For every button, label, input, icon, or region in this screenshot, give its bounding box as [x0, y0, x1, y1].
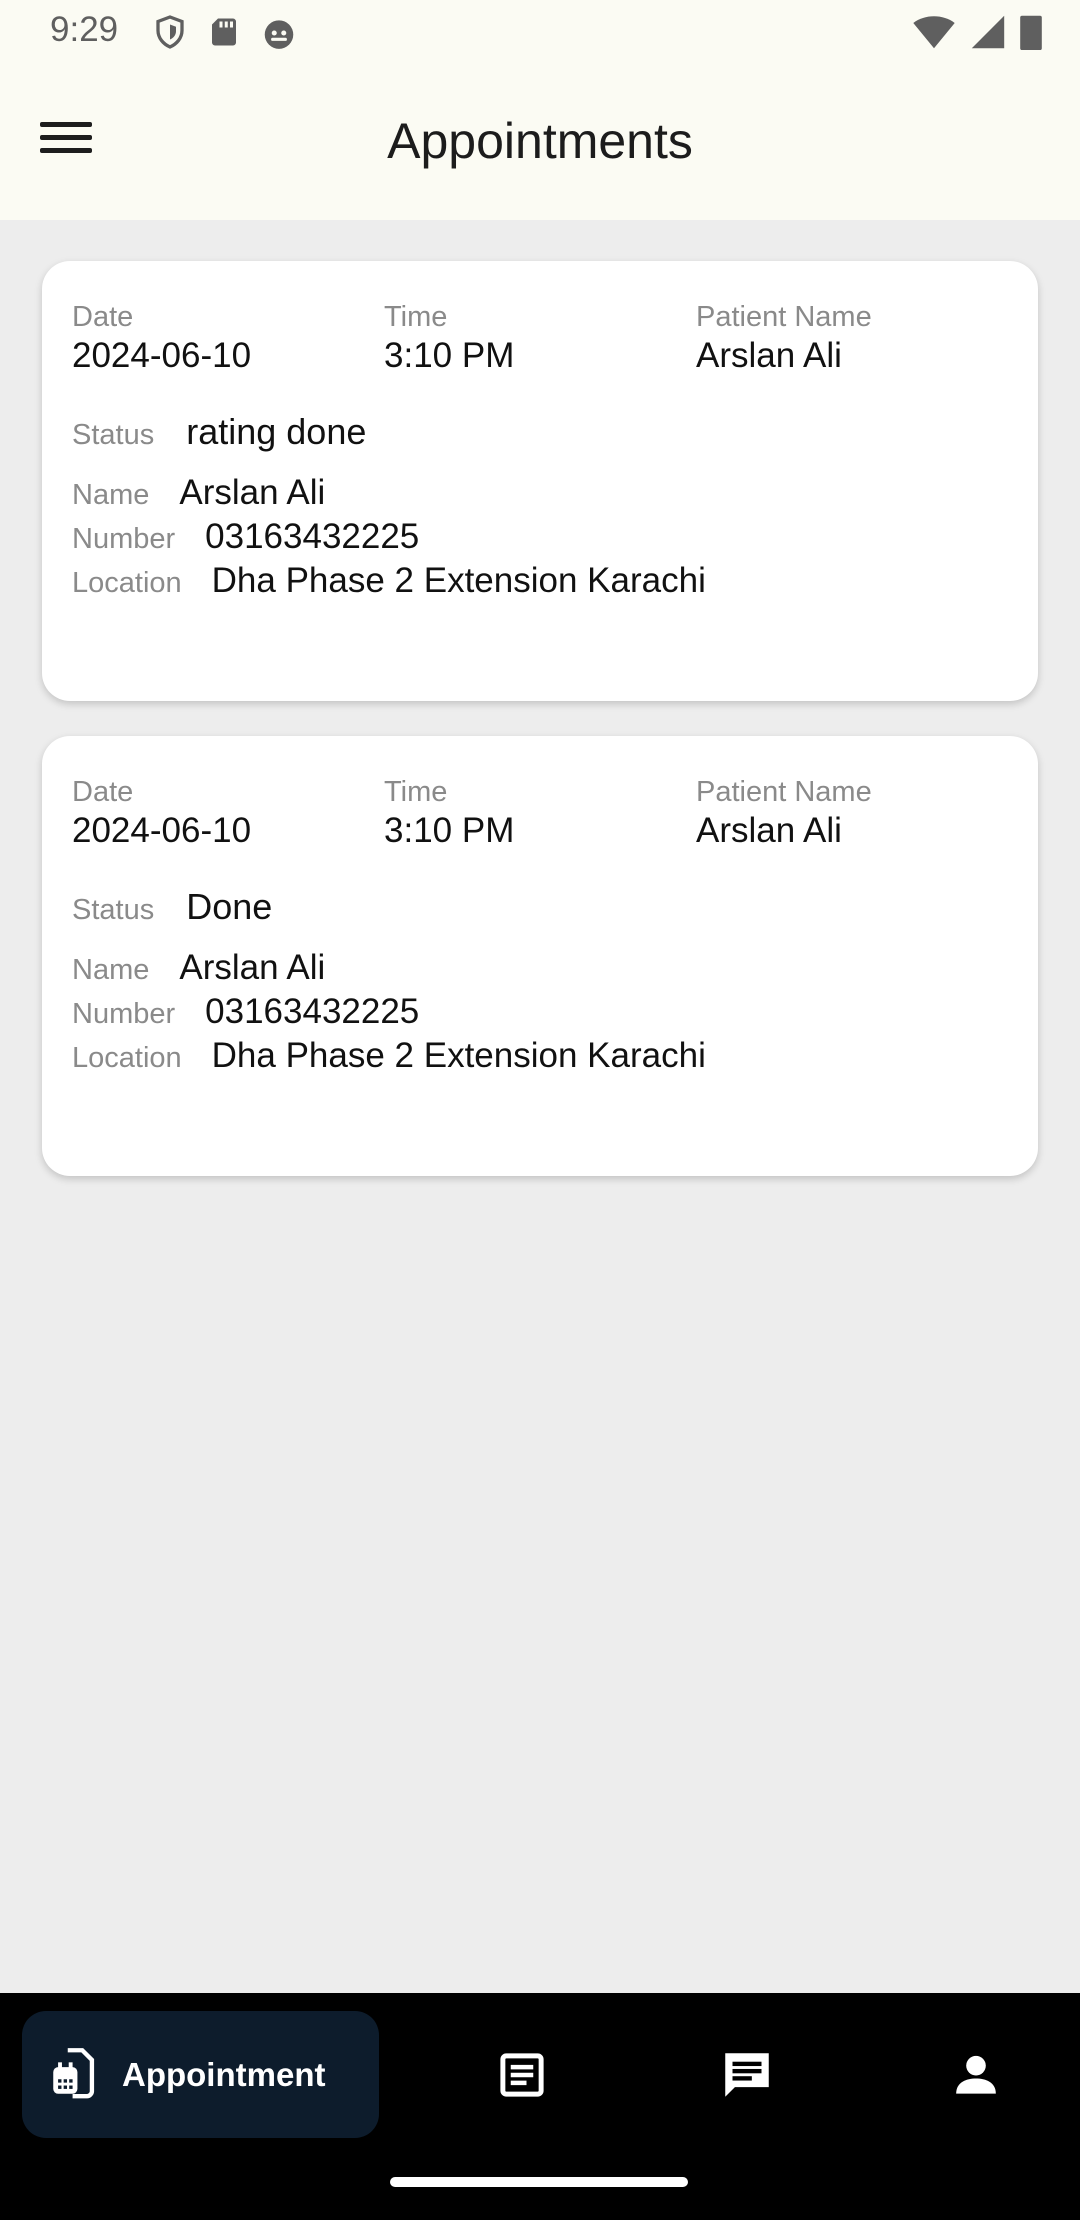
app-bar: Appointments	[0, 64, 1080, 220]
date-value: 2024-06-10	[72, 811, 252, 850]
nav-item-chat[interactable]	[707, 2037, 787, 2117]
time-label: Time	[384, 776, 448, 808]
page-title: Appointments	[387, 113, 693, 169]
appointment-card[interactable]: Date 2024-06-10 Time 3:10 PM Patient Nam…	[42, 736, 1038, 1176]
status-label: Status	[72, 894, 155, 926]
patient-name-value: Arslan Ali	[696, 336, 842, 375]
nav-item-appointment[interactable]: Appointment	[22, 2011, 379, 2138]
number-label: Number	[72, 998, 176, 1030]
name-value: Arslan Ali	[179, 948, 326, 987]
android-icon	[260, 14, 298, 57]
appointment-icon	[46, 2043, 104, 2106]
location-label: Location	[72, 567, 182, 599]
signal-icon	[970, 14, 1006, 55]
wifi-icon	[912, 14, 956, 55]
battery-icon	[1020, 14, 1042, 55]
home-indicator[interactable]	[390, 2177, 688, 2187]
status-time: 9:29	[50, 10, 119, 49]
number-value: 03163432225	[205, 517, 420, 556]
number-value: 03163432225	[205, 992, 420, 1031]
name-label: Name	[72, 954, 150, 986]
name-value: Arslan Ali	[179, 473, 326, 512]
sd-card-icon	[206, 14, 242, 57]
nav-item-profile[interactable]	[936, 2037, 1016, 2117]
patient-name-value: Arslan Ali	[696, 811, 842, 850]
patient-name-label: Patient Name	[696, 776, 872, 808]
chat-icon	[718, 2046, 776, 2109]
time-value: 3:10 PM	[384, 336, 515, 375]
time-value: 3:10 PM	[384, 811, 515, 850]
status-value: rating done	[186, 411, 367, 452]
nav-item-appointment-label: Appointment	[122, 2055, 326, 2093]
time-label: Time	[384, 301, 448, 333]
name-label: Name	[72, 479, 150, 511]
date-label: Date	[72, 776, 134, 808]
location-value: Dha Phase 2 Extension Karachi	[211, 1036, 706, 1075]
date-value: 2024-06-10	[72, 336, 252, 375]
nav-item-list[interactable]	[482, 2037, 562, 2117]
patient-name-label: Patient Name	[696, 301, 872, 333]
appointment-card[interactable]: Date 2024-06-10 Time 3:10 PM Patient Nam…	[42, 261, 1038, 701]
status-bar: 9:29	[0, 0, 1080, 64]
location-value: Dha Phase 2 Extension Karachi	[211, 561, 706, 600]
status-value: Done	[186, 886, 273, 927]
list-icon	[495, 2048, 549, 2107]
location-label: Location	[72, 1042, 182, 1074]
profile-icon	[948, 2047, 1004, 2108]
shield-icon	[152, 14, 188, 57]
status-label: Status	[72, 419, 155, 451]
date-label: Date	[72, 301, 134, 333]
number-label: Number	[72, 523, 176, 555]
